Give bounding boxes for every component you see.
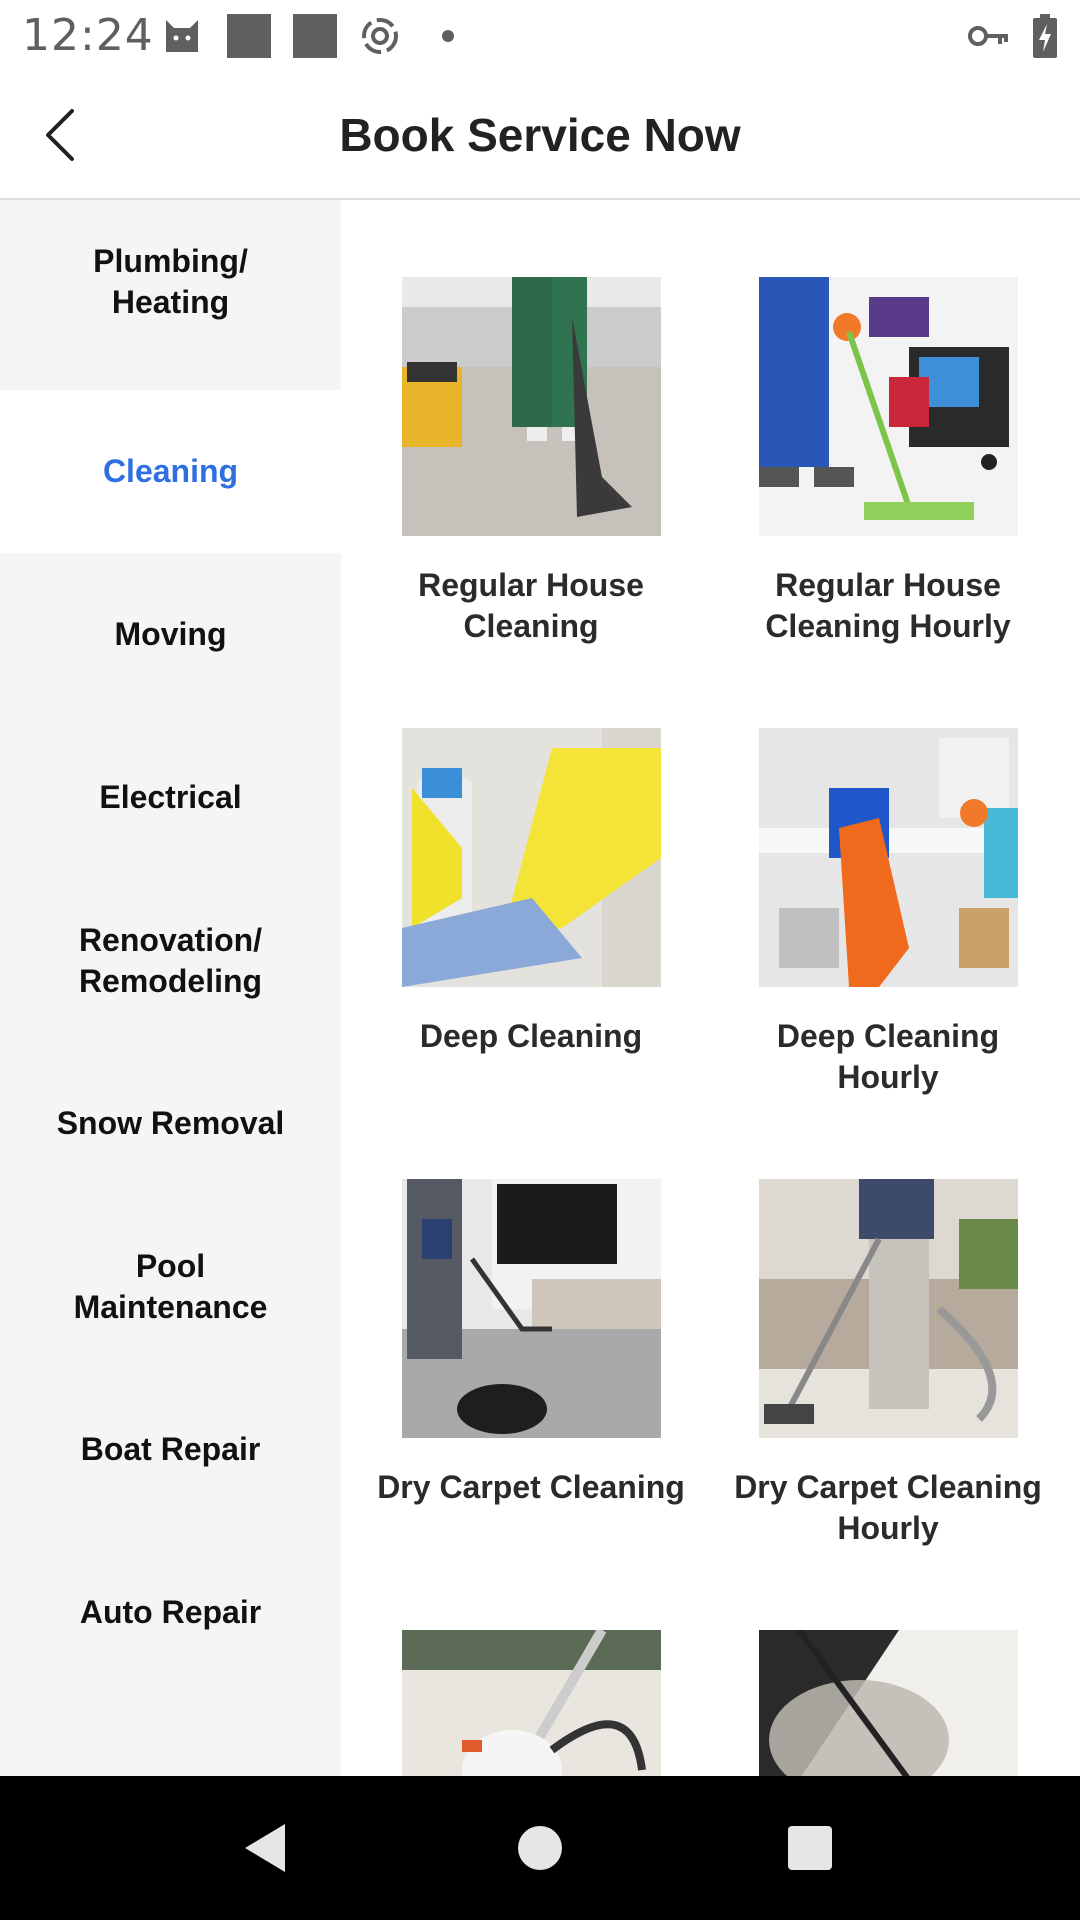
battery-charging-icon (1033, 14, 1057, 58)
sidebar-item-label: Snow Removal (56, 1105, 285, 1141)
steam-cleaner-photo (759, 1630, 1018, 1776)
cat-icon (166, 20, 198, 52)
service-grid: Regular House Cleaning Regular House Cle… (341, 200, 1080, 1776)
sidebar-item-plumbing-heating[interactable]: Plumbing/ Heating (0, 200, 341, 363)
service-image (402, 277, 661, 536)
service-image (402, 1630, 661, 1776)
sidebar-item-label: Cleaning (102, 453, 239, 489)
sidebar-item-label: Auto Repair (79, 1594, 262, 1630)
category-sidebar: Plumbing/ Heating Cleaning Moving Electr… (0, 200, 341, 1776)
service-label: Deep Cleaning (419, 1018, 643, 1054)
mop-cart-photo (759, 277, 1018, 536)
key-icon (968, 26, 1008, 46)
sidebar-item-label: Plumbing/ Heating (93, 242, 248, 320)
sidebar-item-renovation-remodeling[interactable]: Renovation/ Remodeling (0, 879, 341, 1042)
status-time: 12:24 (22, 10, 154, 61)
service-image (759, 1179, 1018, 1438)
service-image (759, 1630, 1018, 1776)
service-label: Regular House Cleaning Hourly (765, 567, 1011, 644)
sidebar-item-label: Boat Repair (80, 1431, 261, 1467)
app-bar: Book Service Now (0, 72, 1080, 200)
sidebar-item-label: Moving (114, 616, 227, 652)
service-image (759, 728, 1018, 987)
sidebar-item-label: Pool Maintenance (73, 1247, 268, 1325)
dot-icon (442, 30, 454, 42)
sidebar-item-auto-repair[interactable]: Auto Repair (0, 1531, 341, 1694)
sidebar-item-snow-removal[interactable]: Snow Removal (0, 1042, 341, 1205)
sidebar-item-pool-maintenance[interactable]: Pool Maintenance (0, 1205, 341, 1368)
sidebar-item-label: Renovation/ Remodeling (78, 921, 263, 999)
yellow-glove-spray-photo (402, 728, 661, 987)
service-image (759, 277, 1018, 536)
system-nav-bar (0, 1776, 1080, 1920)
service-label: Dry Carpet Cleaning (377, 1469, 685, 1505)
spiral-icon (362, 18, 398, 54)
page-title: Book Service Now (339, 109, 741, 161)
square-icon (293, 14, 337, 58)
service-label: Dry Carpet Cleaning Hourly (734, 1469, 1042, 1546)
upright-vacuum-photo (759, 1179, 1018, 1438)
service-label: Regular House Cleaning (418, 567, 644, 644)
sidebar-item-label: Electrical (99, 779, 242, 815)
sidebar-item-moving[interactable]: Moving (0, 553, 341, 716)
steam-vacuum-photo (402, 1630, 661, 1776)
sidebar-item-cleaning[interactable]: Cleaning (0, 390, 341, 553)
sidebar-item-boat-repair[interactable]: Boat Repair (0, 1368, 341, 1531)
recents-square-icon[interactable] (778, 1816, 842, 1880)
canister-vacuum-photo (402, 1179, 661, 1438)
square-icon (227, 14, 271, 58)
service-image (402, 1179, 661, 1438)
sidebar-item-electrical[interactable]: Electrical (0, 716, 341, 879)
service-image (402, 728, 661, 987)
vacuum-carpet-photo (402, 277, 661, 536)
back-triangle-icon[interactable] (233, 1816, 297, 1880)
orange-glove-cloth-photo (759, 728, 1018, 987)
status-bar: 12:24 (0, 0, 1080, 72)
home-circle-icon[interactable] (508, 1816, 572, 1880)
service-label: Deep Cleaning Hourly (776, 1018, 1000, 1095)
